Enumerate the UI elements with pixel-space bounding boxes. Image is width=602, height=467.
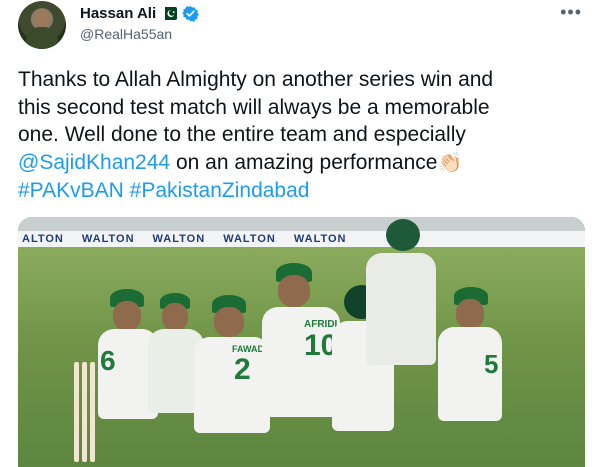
stump xyxy=(82,362,87,462)
avatar[interactable] xyxy=(18,1,66,49)
hashtag-link[interactable]: #PakistanZindabad xyxy=(130,179,310,202)
batsman-helmet xyxy=(386,219,420,251)
stump xyxy=(90,362,95,462)
hoarding-text: WALTON xyxy=(293,233,347,245)
tweet-photo[interactable]: ALTON WALTON WALTON WALTON WALTON 6 FAWA… xyxy=(18,217,585,467)
player: 5 xyxy=(428,287,508,467)
tweet: Hassan Ali @RealHa55an ••• Thanks to All… xyxy=(0,0,602,467)
tweet-text: Thanks to Allah Almighty on another seri… xyxy=(18,66,588,205)
player-head xyxy=(456,299,484,329)
tweet-text-line: one. Well done to the entire team and es… xyxy=(18,123,466,146)
jersey-number: 5 xyxy=(484,349,499,379)
hoarding-text: WALTON xyxy=(152,233,206,245)
player-head xyxy=(278,275,310,307)
hoarding-text: WALTON xyxy=(81,233,135,245)
player-head xyxy=(214,307,244,337)
tweet-text-line: this second test match will always be a … xyxy=(18,95,490,119)
pakistan-flag-icon xyxy=(161,7,178,20)
hoarding-text: WALTON xyxy=(223,233,276,245)
hashtag-link[interactable]: #PAKvBAN xyxy=(18,179,124,202)
hoarding-text: ALTON xyxy=(22,233,64,245)
stadium-stands xyxy=(18,217,585,231)
clapping-hands-emoji: 👏🏻 xyxy=(437,151,463,174)
display-name[interactable]: Hassan Ali xyxy=(80,5,156,22)
stumps xyxy=(74,362,96,462)
user-handle[interactable]: @RealHa55an xyxy=(80,26,172,42)
advertising-hoarding: ALTON WALTON WALTON WALTON WALTON xyxy=(18,231,585,247)
tweet-text-line: Thanks to Allah Almighty on another seri… xyxy=(18,68,494,91)
author-name-row: Hassan Ali xyxy=(80,5,200,22)
verified-badge-icon xyxy=(182,5,200,22)
jersey-number: 6 xyxy=(100,345,116,376)
jersey-number: 2 xyxy=(234,353,251,386)
player-head xyxy=(113,301,141,331)
stump xyxy=(74,362,79,462)
more-options-icon[interactable]: ••• xyxy=(560,2,582,23)
mention-link[interactable]: @SajidKhan244 xyxy=(18,151,170,174)
tweet-text-line: on an amazing performance xyxy=(170,150,438,174)
batsman-shirt xyxy=(366,253,436,365)
avatar-face xyxy=(34,9,50,27)
avatar-body xyxy=(26,27,58,49)
player-head xyxy=(162,303,188,331)
